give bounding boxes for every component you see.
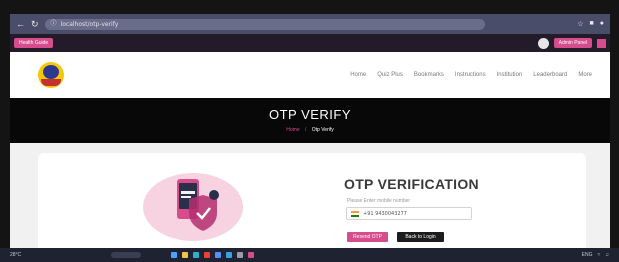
nav-item-quiz-plus[interactable]: Quiz Plus bbox=[377, 72, 403, 78]
volume-icon[interactable]: ♫ bbox=[605, 252, 609, 258]
bookmark-icon[interactable]: ☆ bbox=[577, 20, 583, 28]
breadcrumb-home[interactable]: Home bbox=[286, 127, 299, 133]
os-taskbar: 28°C ENG ≈ ♫ bbox=[0, 248, 619, 262]
resend-otp-button[interactable]: Resend OTP bbox=[347, 232, 388, 242]
illustration-otp-line-2 bbox=[181, 196, 191, 198]
wifi-icon[interactable]: ≈ bbox=[598, 252, 601, 258]
main-nav: Home Quiz Plus Bookmarks Instructions In… bbox=[350, 72, 592, 78]
breadcrumb-current: Otp Verify bbox=[311, 127, 334, 133]
weather-widget[interactable]: 28°C bbox=[10, 252, 21, 258]
nav-item-more[interactable]: More bbox=[578, 72, 592, 78]
lock-dot-icon bbox=[209, 190, 219, 200]
browser-toolbar-right: ☆ ■ ● bbox=[577, 20, 604, 28]
taskbar-search[interactable] bbox=[111, 252, 142, 258]
taskbar-apps bbox=[171, 252, 255, 258]
site-top-bar: Health Guide Admin Panel bbox=[10, 34, 610, 52]
back-icon[interactable]: ← bbox=[16, 19, 25, 29]
reload-icon[interactable]: ↻ bbox=[31, 19, 39, 29]
page-title: OTP VERIFY bbox=[268, 107, 352, 122]
otp-illustration bbox=[143, 173, 243, 241]
breadcrumb-separator: / bbox=[305, 127, 307, 133]
file-explorer-icon[interactable] bbox=[182, 252, 189, 258]
site-logo[interactable] bbox=[38, 62, 64, 88]
terminal-icon[interactable] bbox=[237, 252, 244, 258]
avatar[interactable] bbox=[537, 37, 549, 49]
extension-icon[interactable]: ■ bbox=[590, 20, 594, 28]
phone-input[interactable]: +91 9430043277 bbox=[346, 207, 472, 220]
topbar-right: Admin Panel bbox=[537, 37, 606, 49]
nav-item-home[interactable]: Home bbox=[350, 72, 366, 78]
phone-field-label: Please Enter mobile number bbox=[347, 198, 411, 204]
chrome-icon[interactable] bbox=[204, 252, 211, 258]
nav-item-leaderboard[interactable]: Leaderboard bbox=[533, 72, 567, 78]
store-icon[interactable] bbox=[215, 252, 222, 258]
topbar-left-pill[interactable]: Health Guide bbox=[14, 38, 54, 48]
page-hero: OTP VERIFY Home / Otp Verify bbox=[10, 98, 610, 143]
main-section: OTP VERIFICATION Please Enter mobile num… bbox=[10, 143, 610, 248]
otp-verification-title: OTP VERIFICATION bbox=[344, 176, 479, 192]
address-url: localhost/otp-verify bbox=[60, 20, 119, 28]
app-icon[interactable] bbox=[248, 252, 255, 258]
language-indicator[interactable]: ENG bbox=[582, 252, 593, 258]
illustration-otp-line bbox=[181, 191, 195, 194]
nav-item-bookmarks[interactable]: Bookmarks bbox=[414, 72, 444, 78]
phone-value: +91 9430043277 bbox=[363, 210, 407, 217]
nav-item-institution[interactable]: Institution bbox=[497, 72, 523, 78]
logo-base bbox=[41, 79, 61, 86]
menu-square-button[interactable] bbox=[597, 38, 606, 48]
back-to-login-button[interactable]: Back to Login bbox=[397, 232, 444, 242]
logo-emblem bbox=[43, 65, 59, 79]
profile-icon[interactable]: ● bbox=[600, 20, 604, 28]
otp-card: OTP VERIFICATION Please Enter mobile num… bbox=[38, 153, 586, 248]
system-tray: ENG ≈ ♫ bbox=[582, 252, 609, 258]
nav-item-instructions[interactable]: Instructions bbox=[455, 72, 486, 78]
edge-icon[interactable] bbox=[193, 252, 200, 258]
site-header: Home Quiz Plus Bookmarks Instructions In… bbox=[10, 52, 610, 98]
info-icon[interactable]: ⓘ bbox=[51, 21, 57, 27]
address-bar[interactable]: ⓘ localhost/otp-verify bbox=[44, 18, 485, 30]
browser-window: ← ↻ ⓘ localhost/otp-verify ☆ ■ ● Health … bbox=[10, 14, 610, 248]
windows-icon[interactable] bbox=[171, 252, 178, 258]
breadcrumb: Home / Otp Verify bbox=[10, 127, 610, 133]
india-flag-icon[interactable] bbox=[351, 210, 359, 217]
browser-chrome: ← ↻ ⓘ localhost/otp-verify ☆ ■ ● bbox=[10, 14, 610, 34]
topbar-right-pill[interactable]: Admin Panel bbox=[553, 38, 592, 48]
mail-icon[interactable] bbox=[226, 252, 233, 258]
